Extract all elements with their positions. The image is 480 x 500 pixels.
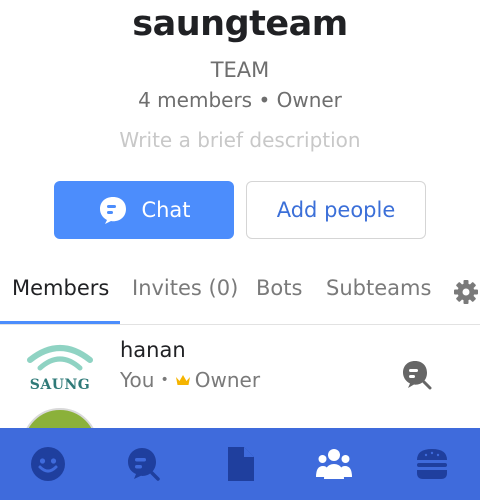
chat-icon[interactable] (400, 358, 432, 390)
menu-icon[interactable] (414, 446, 450, 482)
avatar: SAUNG (24, 338, 96, 394)
wifi-logo-icon (27, 345, 93, 371)
chat-icon (100, 197, 127, 224)
teams-icon[interactable] (316, 446, 352, 482)
avatar-logo-text: SAUNG (29, 377, 91, 393)
team-type: TEAM (210, 58, 270, 82)
tab-invites[interactable]: Invites (0) (132, 276, 238, 300)
member-name: hanan (120, 338, 186, 362)
bottom-nav (0, 428, 480, 500)
gear-icon[interactable] (452, 278, 480, 306)
tab-subteams[interactable]: Subteams (326, 276, 431, 300)
add-people-button[interactable]: Add people (246, 181, 426, 239)
tab-members[interactable]: Members (12, 276, 109, 300)
people-icon[interactable] (30, 446, 66, 482)
member-role-label: Owner (194, 368, 261, 392)
crown-icon (175, 375, 190, 385)
chat-button[interactable]: Chat (54, 181, 234, 239)
chat-button-label: Chat (141, 198, 191, 222)
member-role: You • Owner (120, 368, 260, 392)
active-tab-indicator (0, 321, 120, 324)
separator-dot: • (160, 372, 169, 388)
tab-bar: Members Invites (0) Bots Subteams (0, 268, 480, 325)
team-description[interactable]: Write a brief description (0, 128, 480, 152)
tab-bots[interactable]: Bots (256, 276, 302, 300)
team-meta[interactable]: 4 members • Owner (0, 88, 480, 112)
files-icon[interactable] (222, 446, 258, 482)
member-you-label: You (120, 368, 155, 392)
list-item[interactable]: SAUNG hanan You • Owner (0, 330, 480, 396)
chat-icon[interactable] (125, 446, 161, 482)
add-people-label: Add people (276, 198, 396, 222)
team-name: saungteam (132, 4, 348, 44)
